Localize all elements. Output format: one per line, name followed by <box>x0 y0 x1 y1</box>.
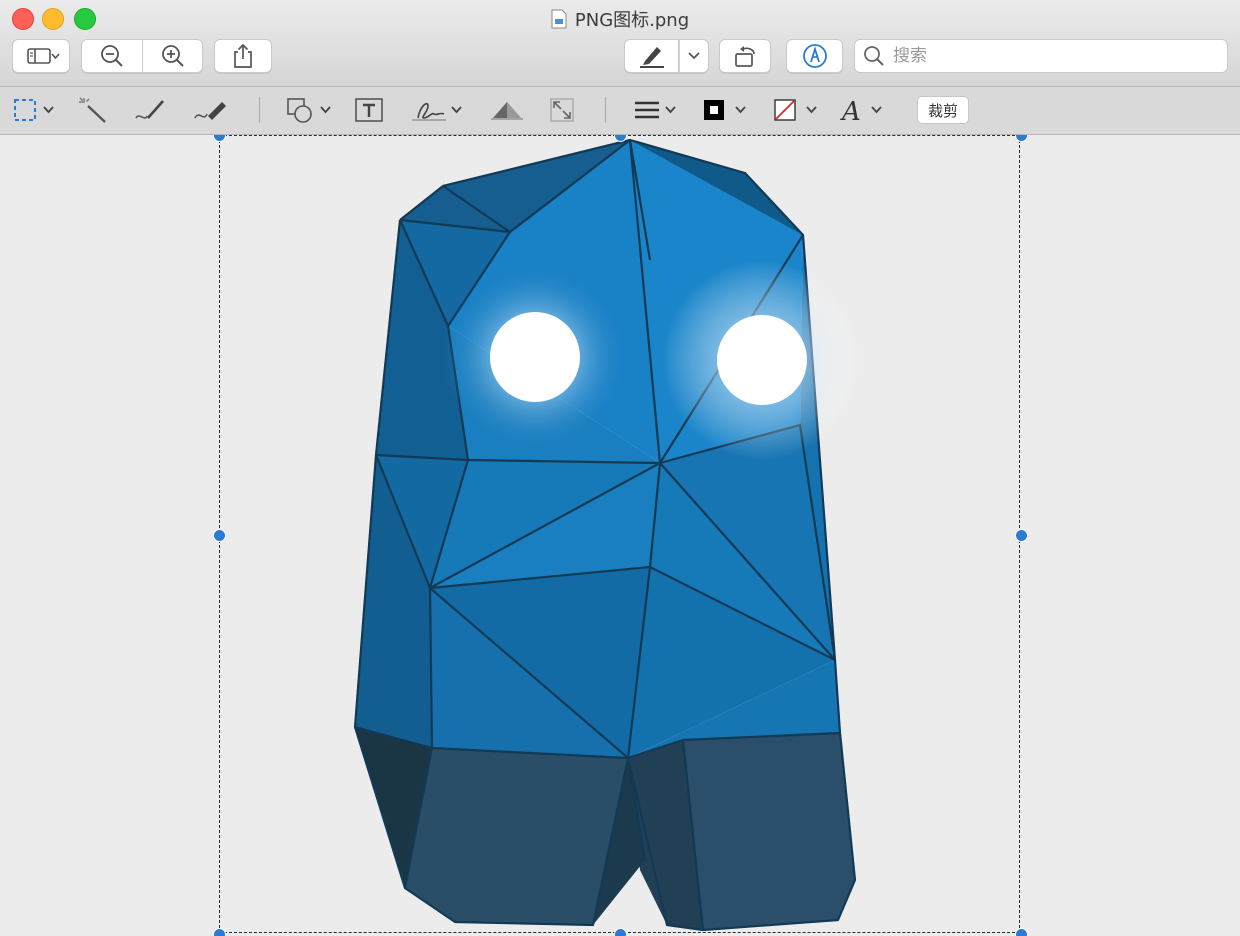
line-style-icon <box>635 101 676 119</box>
preview-window: PNG图标.png 搜索 A 裁剪 <box>0 0 1240 936</box>
search-field[interactable] <box>854 39 1228 73</box>
image-canvas[interactable] <box>0 135 1240 936</box>
sidebar-icon <box>27 48 60 64</box>
selection-handle-bottom-right[interactable] <box>1015 928 1028 936</box>
selection-handle-bottom[interactable] <box>614 928 627 936</box>
selection-handle-left[interactable] <box>213 529 226 542</box>
line-style-tool[interactable] <box>633 95 681 125</box>
zoom-out-icon <box>101 45 123 67</box>
instant-alpha-tool[interactable] <box>78 95 108 125</box>
text-style-tool[interactable]: A <box>840 95 890 125</box>
border-color-tool[interactable] <box>701 95 751 125</box>
toolbar-divider <box>605 97 606 123</box>
chevron-down-icon <box>688 52 700 60</box>
svg-text:A: A <box>840 97 861 124</box>
shapes-icon <box>287 98 331 123</box>
draw-icon <box>194 102 226 120</box>
share-icon <box>234 43 252 68</box>
instant-alpha-icon <box>79 97 106 123</box>
rotate-button[interactable] <box>719 39 771 73</box>
draw-tool[interactable] <box>192 95 230 125</box>
border-color-icon <box>704 100 746 120</box>
sign-tool[interactable] <box>410 95 466 125</box>
zoom-in-icon <box>161 45 184 67</box>
shapes-tool[interactable] <box>286 95 336 125</box>
adjust-size-tool[interactable] <box>548 95 576 125</box>
text-tool[interactable] <box>354 95 384 125</box>
adjust-size-icon <box>550 98 574 122</box>
highlight-menu-button[interactable] <box>679 39 709 73</box>
window-title: PNG图标.png <box>0 6 1240 32</box>
rect-select-icon <box>14 99 54 121</box>
selection-rectangle[interactable] <box>219 135 1020 933</box>
crop-button[interactable]: 裁剪 <box>917 96 969 124</box>
fill-color-icon <box>774 99 817 121</box>
rotate-icon <box>735 46 755 67</box>
highlight-pen-icon <box>639 47 664 68</box>
adjust-color-tool[interactable] <box>489 95 525 125</box>
zoom-in-button[interactable] <box>143 39 203 73</box>
adjust-color-icon <box>491 102 523 120</box>
markup-icon <box>802 44 827 68</box>
fill-color-tool[interactable] <box>772 95 822 125</box>
search-icon <box>864 46 884 66</box>
toolbar-divider <box>259 97 260 123</box>
png-file-icon <box>551 9 567 29</box>
markup-button[interactable] <box>786 39 843 73</box>
text-icon <box>355 98 383 122</box>
search-input[interactable] <box>891 45 1215 67</box>
share-button[interactable] <box>214 39 272 73</box>
selection-tool[interactable] <box>12 95 56 125</box>
markup-toolbar: A 裁剪 <box>0 87 1240 135</box>
sketch-tool[interactable] <box>133 95 167 125</box>
text-style-icon: A <box>840 97 882 124</box>
sign-icon <box>412 102 462 121</box>
sketch-icon <box>135 100 164 119</box>
selection-handle-bottom-left[interactable] <box>213 928 226 936</box>
title-bar: PNG图标.png <box>0 0 1240 87</box>
window-title-text: PNG图标.png <box>574 10 690 31</box>
selection-handle-right[interactable] <box>1015 529 1028 542</box>
zoom-out-button[interactable] <box>81 39 143 73</box>
view-menu-button[interactable] <box>12 39 70 73</box>
highlight-button[interactable] <box>624 39 679 73</box>
